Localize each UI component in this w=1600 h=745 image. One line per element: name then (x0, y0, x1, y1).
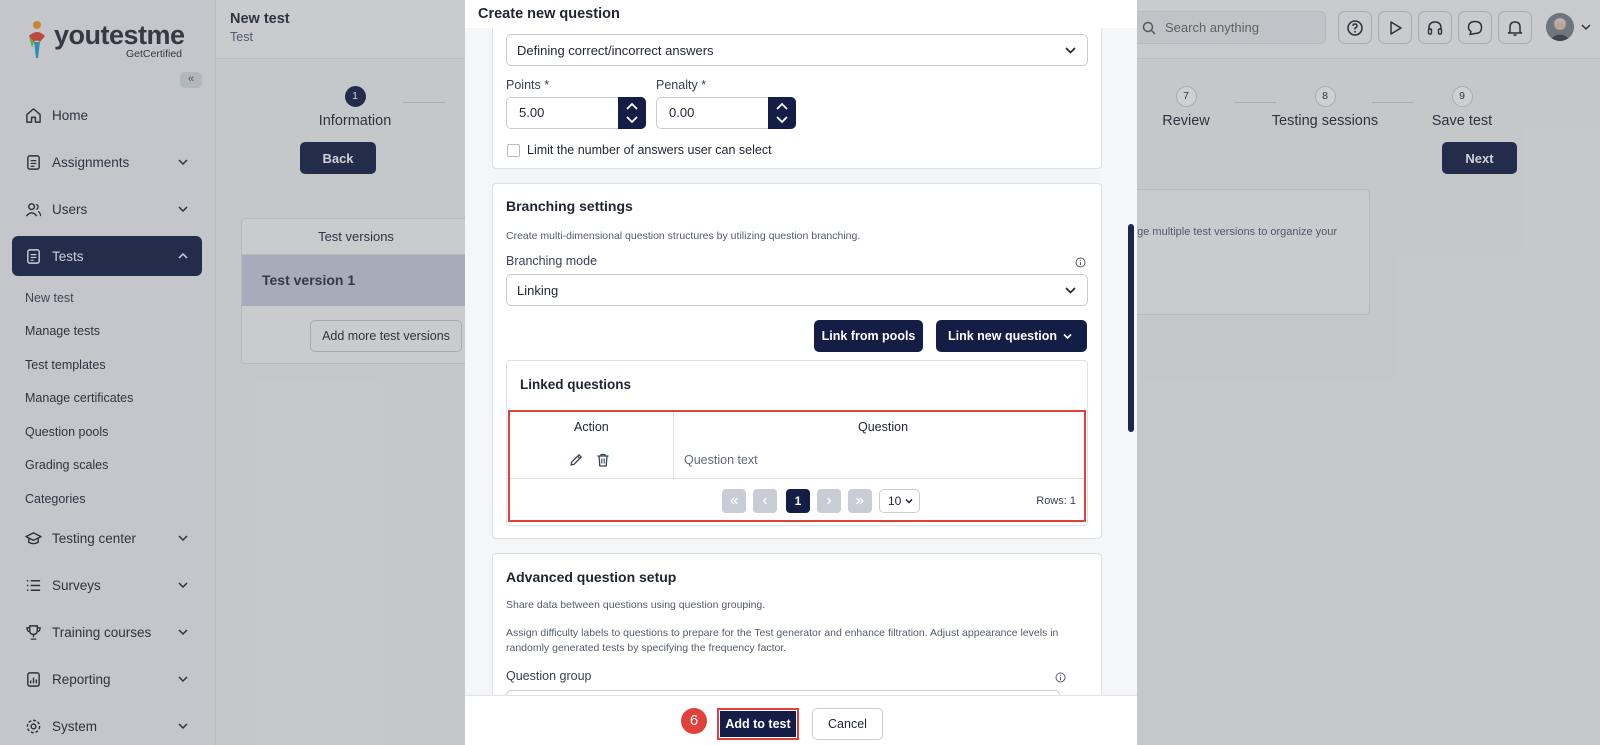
last-page-button[interactable] (848, 489, 872, 513)
modal-scrollbar[interactable] (1128, 224, 1134, 432)
prev-page-button[interactable] (753, 489, 777, 513)
points-label: Points * (506, 78, 550, 92)
cancel-button[interactable]: Cancel (812, 708, 883, 740)
penalty-stepper[interactable] (768, 97, 796, 129)
chevron-up-icon[interactable] (625, 101, 639, 111)
info-icon[interactable] (1075, 257, 1086, 268)
penalty-label: Penalty * (656, 78, 707, 92)
modal-footer: 6 Add to test Cancel (465, 695, 1137, 745)
edit-icon[interactable] (568, 452, 584, 468)
question-group-label: Question group (506, 669, 592, 683)
branching-mode-value: Linking (517, 282, 559, 298)
modal-body: Defining correct/incorrect answers Point… (465, 28, 1137, 695)
link-new-question-label: Link new question (948, 329, 1058, 343)
chevron-down-icon[interactable] (775, 115, 789, 125)
col-header-action: Action (574, 420, 609, 434)
points-stepper[interactable] (618, 97, 646, 129)
branching-mode-label: Branching mode (506, 254, 598, 268)
page-button-current[interactable]: 1 (786, 489, 810, 513)
limit-answers-label: Limit the number of answers user can sel… (527, 143, 772, 157)
chevron-right-icon (827, 497, 832, 505)
answer-mode-select[interactable]: Defining correct/incorrect answers (506, 34, 1088, 66)
double-chevron-right-icon (856, 497, 864, 505)
modal-title: Create new question (478, 6, 620, 22)
chevron-down-icon (1063, 333, 1072, 340)
answer-mode-value: Defining correct/incorrect answers (517, 42, 714, 58)
step-badge: 6 (681, 708, 707, 734)
advanced-hint-difficulty: Assign difficulty labels to questions to… (506, 627, 1059, 654)
chevron-down-icon (1065, 287, 1076, 294)
chevron-down-icon (1065, 47, 1076, 54)
col-header-question: Question (858, 420, 909, 434)
branching-mode-select[interactable]: Linking (506, 274, 1088, 306)
column-divider (673, 412, 674, 478)
add-to-test-label: Add to test (720, 711, 796, 737)
rows-per-page-select[interactable]: 10 (879, 489, 920, 513)
info-icon[interactable] (1055, 672, 1066, 683)
branching-hint: Create multi-dimensional question struct… (506, 230, 861, 242)
double-chevron-left-icon (730, 497, 738, 505)
chevron-down-icon (905, 498, 913, 504)
next-page-button[interactable] (817, 489, 841, 513)
first-page-button[interactable] (722, 489, 746, 513)
advanced-title: Advanced question setup (506, 569, 677, 585)
question-text-cell[interactable]: Question text (684, 453, 758, 467)
branching-settings-card: Branching settings Create multi-dimensio… (492, 183, 1102, 539)
linked-questions-panel: Linked questions Action Question Questio… (506, 360, 1088, 526)
advanced-hint-grouping: Share data between questions using quest… (506, 599, 766, 611)
row-divider (510, 478, 1084, 479)
rows-per-page-value: 10 (888, 494, 902, 508)
chevron-down-icon[interactable] (625, 115, 639, 125)
link-from-pools-button[interactable]: Link from pools (814, 320, 923, 352)
create-question-modal: Create new question Defining correct/inc… (465, 0, 1137, 745)
advanced-setup-card: Advanced question setup Share data betwe… (492, 553, 1102, 695)
chevron-left-icon (762, 497, 767, 505)
rows-count: Rows: 1 (1036, 495, 1076, 507)
add-to-test-button[interactable]: Add to test (717, 708, 799, 740)
limit-answers-checkbox[interactable] (507, 144, 520, 157)
linked-questions-title: Linked questions (520, 377, 632, 392)
answer-settings-card: Defining correct/incorrect answers Point… (492, 28, 1102, 169)
link-new-question-button[interactable]: Link new question (936, 320, 1087, 352)
branching-title: Branching settings (506, 198, 633, 214)
chevron-up-icon[interactable] (775, 101, 789, 111)
trash-icon[interactable] (595, 452, 611, 468)
linked-questions-table: Action Question Question text 1 10 Rows:… (508, 410, 1086, 522)
